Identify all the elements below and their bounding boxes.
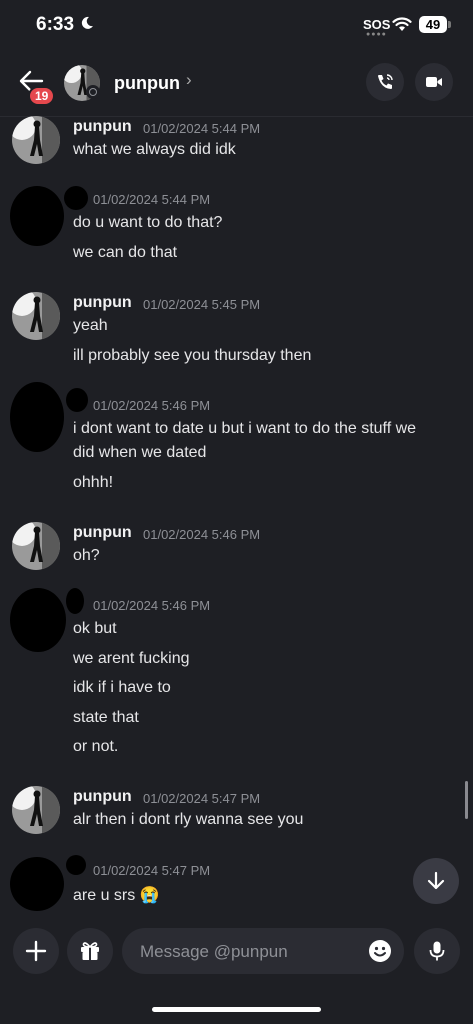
message-input-placeholder: Message @punpun: [140, 942, 288, 961]
message-timestamp: 01/02/2024 5:47 PM: [143, 791, 261, 806]
author-name[interactable]: punpun: [73, 524, 132, 542]
chat-header: 19 punpun ›: [0, 52, 473, 117]
smiley-icon[interactable]: [368, 939, 392, 963]
message-text: do u want to do that?: [73, 214, 223, 231]
message-text: did when we dated: [73, 444, 207, 461]
message-timestamp: 01/02/2024 5:44 PM: [93, 192, 211, 207]
author-name[interactable]: punpun: [73, 294, 132, 312]
battery-tip: [448, 21, 451, 28]
arrow-down-icon: [427, 871, 445, 890]
author-avatar[interactable]: [12, 786, 60, 834]
message-timestamp: 01/02/2024 5:46 PM: [143, 527, 261, 542]
clock-time: 6:33: [36, 14, 75, 35]
gift-icon: [81, 942, 99, 960]
battery-level: 49: [419, 16, 447, 33]
redacted-author-name: [64, 186, 88, 210]
author-name[interactable]: punpun: [73, 788, 132, 806]
voice-call-button[interactable]: [366, 63, 404, 101]
redacted-author-name: [66, 388, 88, 412]
message-text: oh?: [73, 547, 100, 564]
message-timestamp: 01/02/2024 5:44 PM: [143, 121, 261, 136]
message-input[interactable]: Message @punpun: [122, 928, 404, 974]
author-avatar[interactable]: [12, 522, 60, 570]
message-text: ok but: [73, 620, 117, 637]
wifi-icon: [392, 17, 412, 31]
author-avatar[interactable]: [12, 116, 60, 164]
message-list[interactable]: punpun 01/02/2024 5:44 PM what we always…: [0, 116, 473, 916]
video-call-button[interactable]: [415, 63, 453, 101]
message-text: what we always did idk: [73, 141, 236, 158]
message-text: are u srs 😭: [73, 887, 160, 904]
message-text: yeah: [73, 317, 108, 334]
message-text: idk if i have to: [73, 679, 171, 696]
contact-name[interactable]: punpun: [114, 73, 180, 94]
author-name[interactable]: punpun: [73, 118, 132, 136]
message-timestamp: 01/02/2024 5:47 PM: [93, 863, 211, 878]
voice-message-button[interactable]: [414, 928, 460, 974]
jump-to-latest-button[interactable]: [413, 858, 459, 904]
add-attachment-button[interactable]: [13, 928, 59, 974]
gift-button[interactable]: [67, 928, 113, 974]
message-timestamp: 01/02/2024 5:46 PM: [93, 598, 211, 613]
message-text: or not.: [73, 738, 119, 755]
chevron-right-icon[interactable]: ›: [186, 70, 192, 90]
offline-status-icon: [86, 85, 100, 99]
message-text: ill probably see you thursday then: [73, 347, 312, 364]
message-text: ohhh!: [73, 474, 114, 491]
video-camera-icon: [426, 77, 442, 87]
redacted-avatar: [10, 857, 64, 911]
phone-icon: [378, 74, 393, 89]
redacted-avatar: [10, 382, 64, 452]
unread-badge: 19: [28, 86, 56, 106]
status-bar: 6:33 SOS ●●●● 49: [0, 0, 473, 52]
author-avatar[interactable]: [12, 292, 60, 340]
moon-icon: [81, 16, 93, 29]
sos-indicator: SOS: [363, 17, 391, 32]
message-text: state that: [73, 709, 139, 726]
message-text: we can do that: [73, 244, 178, 261]
redacted-author-name: [66, 588, 84, 614]
redacted-author-name: [66, 855, 86, 875]
microphone-icon: [429, 941, 445, 961]
signal-dots-icon: ●●●●: [366, 31, 387, 38]
message-timestamp: 01/02/2024 5:46 PM: [93, 398, 211, 413]
plus-icon: [25, 940, 47, 962]
redacted-avatar: [10, 186, 64, 246]
message-composer: Message @punpun: [0, 917, 473, 1024]
message-text: alr then i dont rly wanna see you: [73, 811, 304, 828]
home-indicator[interactable]: [152, 1007, 321, 1012]
message-timestamp: 01/02/2024 5:45 PM: [143, 297, 261, 312]
message-text: i dont want to date u but i want to do t…: [73, 420, 417, 437]
message-text: we arent fucking: [73, 650, 190, 667]
scrollbar-thumb[interactable]: [465, 781, 468, 819]
redacted-avatar: [10, 588, 66, 652]
